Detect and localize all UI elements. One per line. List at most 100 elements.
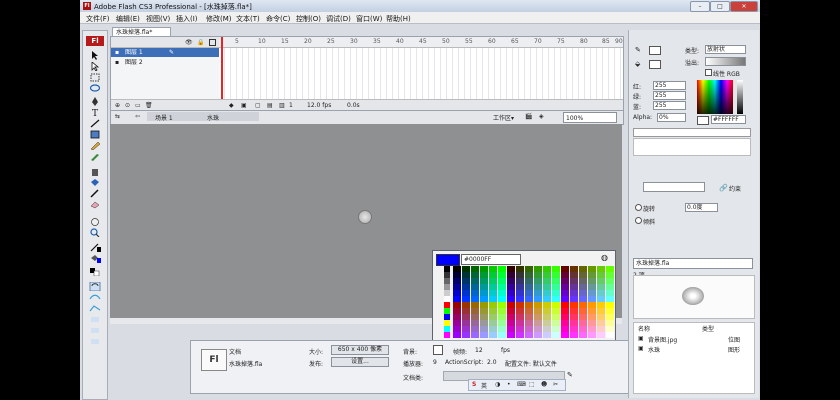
ime-keyboard-icon[interactable]: ⌨	[517, 381, 526, 388]
text-tool-icon[interactable]: T	[89, 108, 101, 119]
swatch[interactable]	[552, 332, 560, 338]
edit-scene-icon[interactable]: 🎬	[525, 113, 532, 120]
size-button[interactable]: 650 x 400 像素	[331, 345, 389, 355]
blue-input[interactable]: 255	[653, 101, 686, 110]
stroke-pencil-icon[interactable]: ✎	[635, 46, 641, 54]
ime-punct-icon[interactable]: ◑	[495, 381, 500, 388]
framerate-value[interactable]: 12	[475, 347, 483, 354]
red-input[interactable]: 255	[653, 81, 686, 90]
edit-class-icon[interactable]: ✎	[567, 371, 573, 379]
selection-tool-icon[interactable]	[89, 51, 101, 60]
snap-to-objects-icon[interactable]	[89, 281, 101, 292]
linear-rgb-checkbox[interactable]	[705, 69, 712, 76]
rotate-input[interactable]: 0.0度	[685, 203, 718, 212]
overflow-select[interactable]	[705, 57, 746, 66]
menu-window[interactable]: 窗口(W)	[356, 14, 382, 24]
swatch[interactable]	[444, 332, 450, 338]
frames-area[interactable]: 5 10 15 20 25 30 35 40 45 50 55 60 65 70…	[219, 37, 623, 99]
swatch[interactable]	[507, 332, 515, 338]
swatch[interactable]	[471, 332, 479, 338]
gradient-bar[interactable]	[633, 128, 751, 137]
ime-language[interactable]: 英	[481, 381, 487, 390]
layer-name[interactable]: 图层 1	[125, 48, 143, 57]
lock-icon[interactable]: 🔒	[197, 39, 204, 46]
paint-bucket-tool-icon[interactable]	[89, 178, 101, 187]
hex-value[interactable]: #FFFFFF	[711, 115, 746, 124]
pen-tool-icon[interactable]	[89, 97, 101, 106]
ime-logo-icon[interactable]: S	[472, 381, 476, 388]
back-icon[interactable]: ⇦	[135, 113, 140, 120]
rotate-radio[interactable]	[635, 204, 642, 211]
menu-modify[interactable]: 修改(M)	[206, 14, 232, 24]
fill-bucket-icon[interactable]: ⬙	[635, 60, 640, 68]
edit-multiple-icon[interactable]: ▤	[267, 102, 273, 109]
option-c-icon[interactable]	[89, 337, 101, 346]
fill-color-icon[interactable]	[89, 254, 101, 263]
background-color-swatch[interactable]	[433, 345, 443, 355]
stroke-color-icon[interactable]	[89, 243, 101, 252]
maximize-button[interactable]: □	[710, 1, 730, 12]
zoom-tool-icon[interactable]	[89, 228, 101, 238]
swatch[interactable]	[543, 332, 551, 338]
swatch[interactable]	[489, 332, 497, 338]
scene-crumb[interactable]: 场景 1	[147, 112, 203, 122]
add-guide-icon[interactable]: ⊙	[125, 102, 130, 109]
swatch[interactable]	[534, 332, 542, 338]
constrain-icon[interactable]: 🔗	[719, 184, 728, 192]
fill-swatch[interactable]	[649, 60, 661, 69]
hand-tool-icon[interactable]	[89, 217, 101, 226]
menu-insert[interactable]: 插入(I)	[176, 14, 198, 24]
eraser-tool-icon[interactable]	[89, 200, 101, 209]
swatch[interactable]	[561, 332, 569, 338]
line-tool-icon[interactable]	[89, 119, 101, 128]
onion-markers-icon[interactable]: ▥	[279, 102, 285, 109]
swatch[interactable]	[597, 332, 605, 338]
brightness-bar[interactable]	[737, 80, 743, 114]
hex-input[interactable]: #0000FF	[461, 254, 521, 265]
swatch[interactable]	[453, 332, 461, 338]
swatch[interactable]	[588, 332, 596, 338]
ime-tools-icon[interactable]: ✂	[553, 381, 558, 388]
alpha-input[interactable]: 0%	[657, 113, 686, 122]
onion-skin-icon[interactable]: ▣	[241, 102, 247, 109]
subselection-tool-icon[interactable]	[89, 61, 101, 72]
minimize-button[interactable]: –	[690, 1, 710, 12]
eye-icon[interactable]: 👁	[185, 39, 193, 46]
color-wheel-icon[interactable]: ◍	[601, 253, 608, 262]
option-a-icon[interactable]	[89, 315, 101, 324]
center-frame-icon[interactable]: ◆	[229, 102, 234, 109]
menu-view[interactable]: 视图(V)	[146, 14, 170, 24]
menu-help[interactable]: 帮助(H)	[386, 14, 411, 24]
menu-commands[interactable]: 命令(C)	[266, 14, 290, 24]
swatch[interactable]	[498, 332, 506, 338]
green-input[interactable]: 255	[653, 91, 686, 100]
swatch[interactable]	[579, 332, 587, 338]
lasso-tool-icon[interactable]	[89, 84, 101, 93]
swap-colors-icon[interactable]	[89, 267, 101, 277]
straighten-icon[interactable]	[89, 304, 101, 313]
skew-radio[interactable]	[635, 217, 642, 224]
swatch[interactable]	[462, 332, 470, 338]
stroke-swatch[interactable]	[649, 46, 661, 55]
symbol-crumb[interactable]: 水珠	[203, 112, 259, 122]
publish-settings-button[interactable]: 设置...	[331, 357, 389, 367]
menu-edit[interactable]: 编辑(E)	[116, 14, 140, 24]
water-drop-symbol[interactable]	[358, 210, 372, 224]
menu-file[interactable]: 文件(F)	[86, 14, 110, 24]
swatch-grid[interactable]	[444, 266, 614, 341]
library-item-name[interactable]: 背景图.jpg	[648, 335, 677, 344]
menu-text[interactable]: 文本(T)	[236, 14, 260, 24]
delete-layer-icon[interactable]: 🗑	[145, 102, 153, 109]
ime-soft-icon[interactable]: ⬚	[529, 381, 535, 388]
ime-user-icon[interactable]: ☻	[541, 381, 547, 388]
add-layer-icon[interactable]: ⊕	[115, 102, 120, 109]
brush-tool-icon[interactable]	[89, 152, 101, 161]
swatch[interactable]	[516, 332, 524, 338]
swatch[interactable]	[606, 332, 614, 338]
layer-row-2[interactable]: ▪ 图层 2	[111, 58, 219, 67]
zoom-select[interactable]: 100%	[563, 112, 617, 123]
swatch[interactable]	[570, 332, 578, 338]
timeline-toggle-icon[interactable]: ⇆	[115, 113, 120, 120]
layer-name[interactable]: 图层 2	[125, 58, 143, 67]
column-name[interactable]: 名称	[638, 324, 650, 333]
